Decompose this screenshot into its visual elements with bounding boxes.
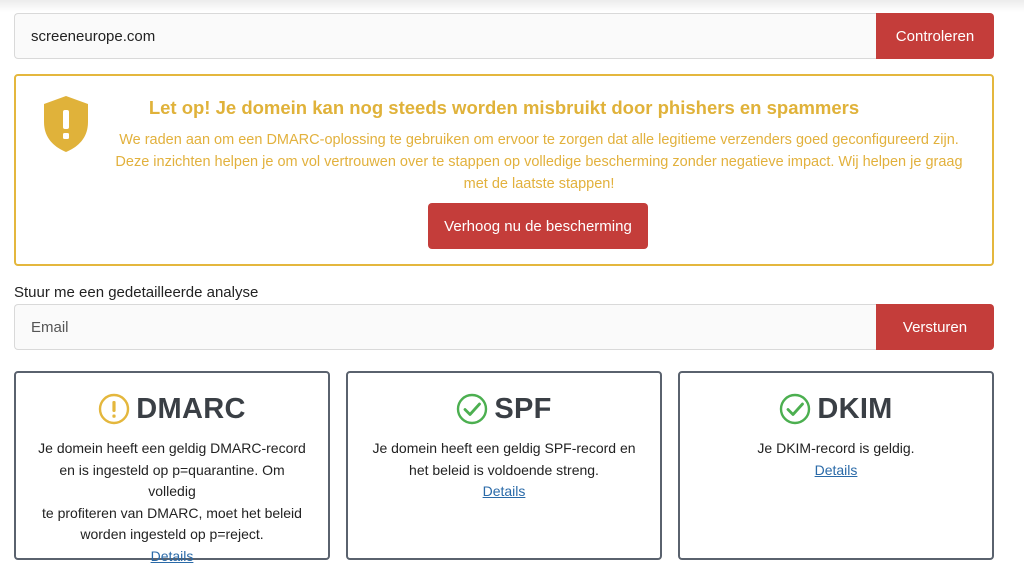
alert-line-2: Deze inzichten helpen je om vol vertrouw… [115,154,963,170]
dmarc-details-link[interactable]: Details [151,548,194,564]
card-title: SPF [494,392,552,425]
send-button[interactable]: Versturen [876,304,994,350]
alert-title: Let op! Je domein kan nog steeds worden … [148,97,860,118]
top-shadow [0,0,1024,12]
increase-protection-button[interactable]: Verhoog nu de bescherming [428,203,648,249]
card-description: Je domein heeft een geldig DMARC-record … [34,438,310,567]
warning-circle-icon [99,393,130,425]
spf-card: SPF Je domein heeft een geldig SPF-recor… [346,371,662,560]
warning-alert: Let op! Je domein kan nog steeds worden … [14,74,994,266]
dkim-details-link[interactable]: Details [815,462,858,478]
spf-details-link[interactable]: Details [483,483,526,499]
analysis-label: Stuur me een gedetailleerde analyse [14,284,259,301]
card-title: DMARC [136,392,246,425]
alert-line-3: met de laatste stappen! [463,176,615,192]
dkim-card: DKIM Je DKIM-record is geldig. Details [678,371,994,560]
desc-line: te profiteren van DMARC, moet het beleid [42,504,302,521]
desc-line: Je domein heeft een geldig DMARC-record [38,440,306,456]
domain-check-form: Controleren [14,13,994,59]
card-header: DMARC [16,391,328,427]
card-title: DKIM [817,392,893,425]
desc-line: worden ingesteld op p=reject. [80,526,264,542]
analysis-form: Versturen [14,304,994,350]
desc-line: en is ingesteld op p=quarantine. Om voll… [59,461,285,500]
domain-input[interactable] [14,13,876,59]
check-circle-icon [457,393,488,425]
card-header: DKIM [680,391,992,427]
alert-line-1: We raden aan om een DMARC-oplossing te g… [119,132,959,148]
desc-line: het beleid is voldoende streng. [409,461,599,478]
dmarc-card: DMARC Je domein heeft een geldig DMARC-r… [14,371,330,564]
desc-line: Je DKIM-record is geldig. [757,440,915,456]
check-circle-icon [780,393,811,425]
desc-line: Je domein heeft een geldig SPF-record en [372,440,636,456]
card-description: Je domein heeft een geldig SPF-record en… [366,438,642,503]
email-input[interactable] [14,304,876,350]
card-header: SPF [348,391,660,427]
alert-message: We raden aan om een DMARC-oplossing te g… [96,129,982,195]
card-description: Je DKIM-record is geldig. Details [698,438,974,481]
check-button[interactable]: Controleren [876,13,994,59]
